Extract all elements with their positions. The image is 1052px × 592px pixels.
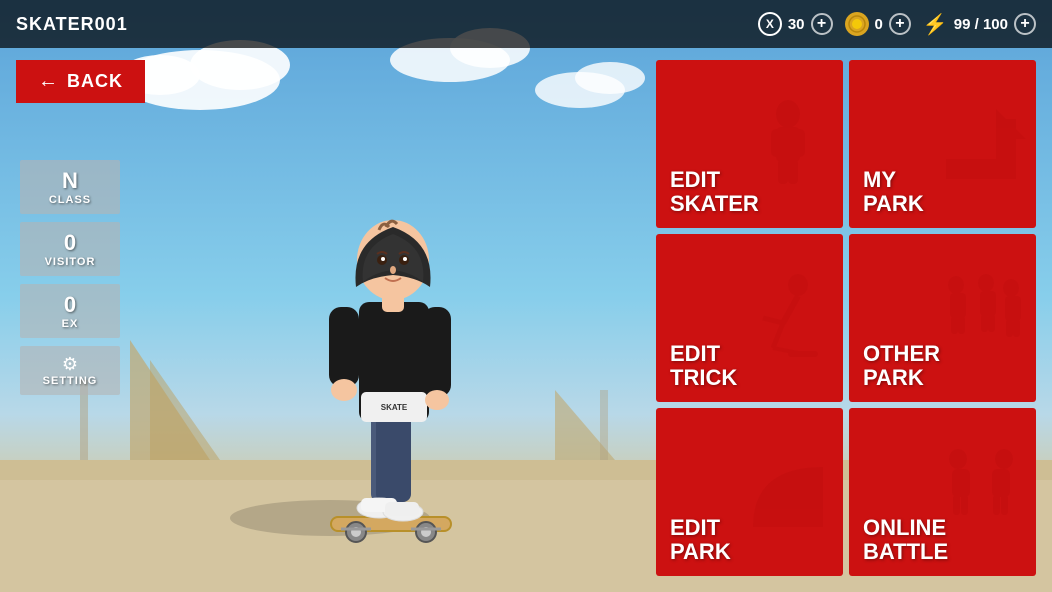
- ex-label: EX: [62, 318, 79, 330]
- character-figure: SKATE: [271, 112, 511, 572]
- ex-stat-box: 0 EX: [20, 284, 120, 338]
- add-x-button[interactable]: +: [811, 13, 833, 35]
- svg-text:SKATE: SKATE: [381, 403, 408, 412]
- my-park-label: MYPARK: [863, 168, 924, 216]
- menu-grid: EDITSKATER MYPARK EDITTRICK: [656, 60, 1036, 576]
- edit-trick-label: EDITTRICK: [670, 342, 737, 390]
- other-park-button[interactable]: OTHERPARK: [849, 234, 1036, 402]
- edit-skater-label: EDITSKATER: [670, 168, 759, 216]
- edit-trick-button[interactable]: EDITTRICK: [656, 234, 843, 402]
- setting-box[interactable]: ⚙ SETTING: [20, 346, 120, 395]
- player-name: SKATER001: [16, 14, 128, 35]
- character-area: SKATE: [130, 48, 652, 592]
- ex-value: 0: [64, 292, 76, 318]
- visitor-value: 0: [64, 230, 76, 256]
- gold-currency-group: 0 +: [845, 12, 911, 36]
- add-gold-button[interactable]: +: [889, 13, 911, 35]
- header-stats: X 30 + 0 + ⚡ 99 / 100 +: [758, 12, 1036, 37]
- back-arrow-icon: ←: [38, 70, 59, 93]
- settings-gear-icon: ⚙: [62, 354, 78, 375]
- back-label: BACK: [67, 71, 123, 92]
- gold-currency-value: 0: [875, 16, 883, 33]
- setting-label: SETTING: [43, 375, 98, 387]
- gold-currency-icon: [845, 12, 869, 36]
- x-currency-value: 30: [788, 16, 805, 33]
- online-battle-label: ONLINEBATTLE: [863, 516, 948, 564]
- x-currency-group: X 30 +: [758, 12, 833, 36]
- back-button[interactable]: ← BACK: [16, 60, 145, 103]
- left-sidebar: N CLASS 0 VISITOR 0 EX ⚙ SETTING: [20, 160, 120, 395]
- energy-icon: ⚡: [923, 12, 948, 37]
- energy-value: 99 / 100: [954, 16, 1008, 33]
- online-battle-button[interactable]: ONLINEBATTLE: [849, 408, 1036, 576]
- edit-park-button[interactable]: EDITPARK: [656, 408, 843, 576]
- visitor-stat-box: 0 VISITOR: [20, 222, 120, 276]
- other-park-label: OTHERPARK: [863, 342, 940, 390]
- add-energy-button[interactable]: +: [1014, 13, 1036, 35]
- edit-park-label: EDITPARK: [670, 516, 731, 564]
- header: SKATER001 X 30 + 0 + ⚡ 99 / 100 +: [0, 0, 1052, 48]
- edit-skater-button[interactable]: EDITSKATER: [656, 60, 843, 228]
- my-park-button[interactable]: MYPARK: [849, 60, 1036, 228]
- energy-group: ⚡ 99 / 100 +: [923, 12, 1036, 37]
- visitor-label: VISITOR: [45, 256, 96, 268]
- class-value: N: [62, 168, 78, 194]
- class-stat-box: N CLASS: [20, 160, 120, 214]
- class-label: CLASS: [49, 194, 91, 206]
- x-currency-icon: X: [758, 12, 782, 36]
